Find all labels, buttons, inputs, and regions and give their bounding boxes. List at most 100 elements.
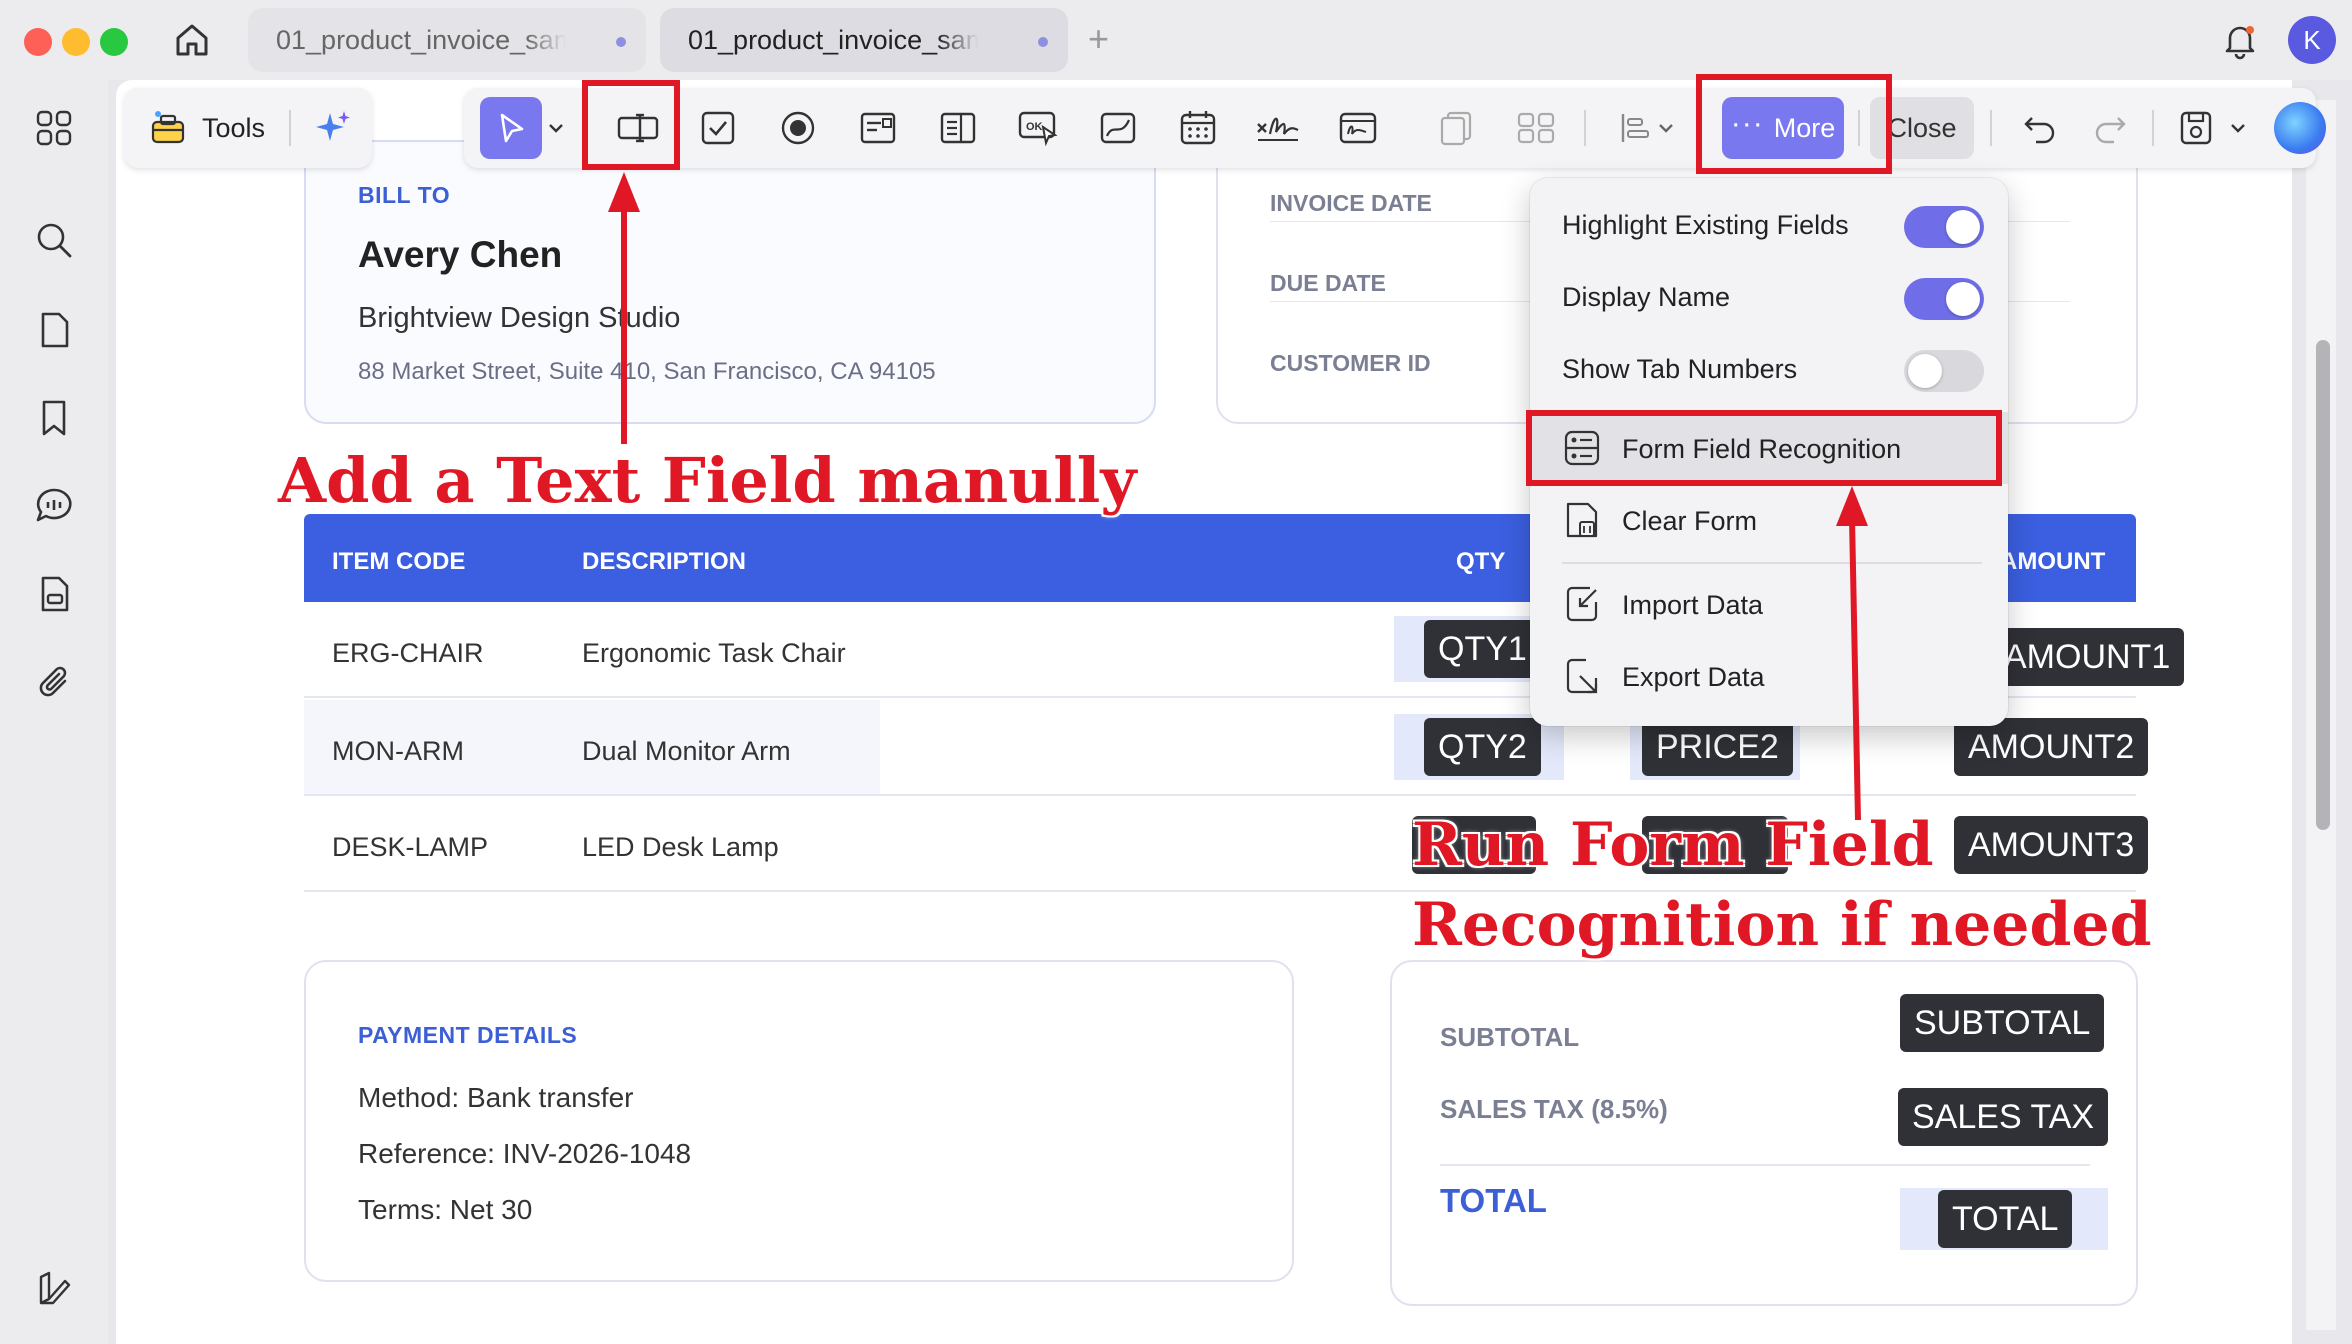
chevron-down-icon[interactable] <box>1654 104 1678 152</box>
menu-separator <box>1562 562 1982 564</box>
annotation-run-recognition-line2: Recognition if needed <box>1412 890 2152 960</box>
ai-assistant-icon[interactable] <box>2274 102 2326 154</box>
tools-label: Tools <box>202 112 266 143</box>
form-document-icon[interactable] <box>30 570 78 618</box>
redo-icon[interactable] <box>2086 104 2134 152</box>
window-close-button[interactable] <box>24 28 52 56</box>
more-button[interactable]: ··· More <box>1722 97 1844 159</box>
subtotal-field-tag[interactable]: SUBTOTAL <box>1900 994 2105 1052</box>
save-icon[interactable] <box>2172 104 2220 152</box>
digital-signature-tool[interactable] <box>1334 104 1382 152</box>
date-field-tool[interactable] <box>1174 104 1222 152</box>
select-pointer-tool[interactable] <box>480 97 542 159</box>
description-cell: Dual Monitor Arm <box>582 736 791 766</box>
ellipsis-icon: ··· <box>1730 107 1764 140</box>
item-code-cell: ERG-CHAIR <box>332 638 484 668</box>
window-maximize-button[interactable] <box>100 28 128 56</box>
menu-item-export-data[interactable]: Export Data <box>1530 640 2008 712</box>
menu-item-label: Form Field Recognition <box>1622 434 1902 464</box>
svg-text:OK: OK <box>1026 121 1043 133</box>
more-options-menu: Highlight Existing Fields Display Name S… <box>1530 178 2008 726</box>
payment-terms: Terms: Net 30 <box>358 1194 533 1225</box>
chevron-down-icon[interactable] <box>544 104 568 152</box>
tools-toolbar: Tools <box>124 88 372 168</box>
amount1-field-tag[interactable]: AMOUNT1 <box>1990 628 2185 686</box>
annotation-run-recognition-line1: Run Form Field <box>1412 810 1934 880</box>
scrollbar-thumb[interactable] <box>2316 340 2330 830</box>
menu-item-clear-form[interactable]: Clear Form <box>1530 484 2008 556</box>
tab-document-2[interactable]: 01_product_invoice_sample.pdf <box>660 8 1068 72</box>
duplicate-icon[interactable] <box>1432 104 1480 152</box>
import-data-icon <box>1566 586 1598 622</box>
description-cell: Ergonomic Task Chair <box>582 638 846 668</box>
combo-box-tool[interactable] <box>854 104 902 152</box>
customer-address: 88 Market Street, Suite 410, San Francis… <box>358 358 936 385</box>
close-form-edit-button[interactable]: Close <box>1870 97 1974 159</box>
attachment-icon[interactable] <box>30 658 78 706</box>
signature-tool[interactable] <box>1254 104 1302 152</box>
sales-tax-field-tag[interactable]: SALES TAX <box>1898 1088 2109 1146</box>
search-icon[interactable] <box>30 216 78 264</box>
user-avatar[interactable]: K <box>2288 16 2336 64</box>
new-tab-plus-icon[interactable]: + <box>1088 18 1109 60</box>
title-bar: 01_product_invoice_sample.pdf 01_product… <box>0 0 2352 80</box>
home-icon[interactable] <box>168 18 216 62</box>
qty1-field-tag[interactable]: QTY1 <box>1424 620 1541 678</box>
menu-item-highlight-existing-fields[interactable]: Highlight Existing Fields <box>1530 188 2008 260</box>
align-left-icon[interactable] <box>1612 104 1660 152</box>
menu-item-import-data[interactable]: Import Data <box>1530 568 2008 640</box>
amount3-field-tag[interactable]: AMOUNT3 <box>1954 816 2149 874</box>
button-tool[interactable]: OK <box>1014 104 1062 152</box>
comments-icon[interactable] <box>30 482 78 530</box>
text-field-tool[interactable] <box>614 104 662 152</box>
item-code-cell: DESK-LAMP <box>332 832 489 862</box>
payment-reference: Reference: INV-2026-1048 <box>358 1138 692 1169</box>
total-field-tag[interactable]: TOTAL <box>1938 1190 2073 1248</box>
tab-label: 01_product_invoice_sample.pdf <box>688 24 978 55</box>
pages-icon[interactable] <box>30 306 78 354</box>
amount2-field-tag[interactable]: AMOUNT2 <box>1954 718 2149 776</box>
bookmark-icon[interactable] <box>30 394 78 442</box>
chevron-down-icon[interactable] <box>2226 104 2250 152</box>
toolbar-divider <box>2152 110 2154 146</box>
menu-item-label: Import Data <box>1622 590 1764 620</box>
toolbar-divider <box>1858 110 1860 146</box>
invoice-date-label: INVOICE DATE <box>1270 190 1432 216</box>
grid-layout-icon[interactable] <box>1512 104 1560 152</box>
image-field-tool[interactable] <box>1094 104 1142 152</box>
ai-sparkle-icon[interactable] <box>309 104 357 152</box>
subtotal-label: SUBTOTAL <box>1440 1022 1580 1052</box>
due-date-label: DUE DATE <box>1270 270 1386 296</box>
menu-item-label: Show Tab Numbers <box>1562 354 1798 384</box>
thumbnails-grid-icon[interactable] <box>30 104 78 152</box>
qty2-field-tag[interactable]: QTY2 <box>1424 718 1541 776</box>
customer-company: Brightview Design Studio <box>358 302 681 334</box>
menu-item-show-tab-numbers[interactable]: Show Tab Numbers <box>1530 332 2008 404</box>
total-label: TOTAL <box>1440 1182 1547 1219</box>
menu-item-label: Export Data <box>1622 662 1765 692</box>
header-amount: AMOUNT <box>2000 548 2106 575</box>
toolbar-separator <box>289 110 292 146</box>
menu-item-label: Highlight Existing Fields <box>1562 210 1849 240</box>
highlight-fields-toggle[interactable] <box>1904 206 1984 248</box>
list-box-tool[interactable] <box>934 104 982 152</box>
checkbox-tool[interactable] <box>694 104 742 152</box>
display-name-toggle[interactable] <box>1904 278 1984 320</box>
tools-button[interactable]: Tools <box>124 98 265 158</box>
toolbar-divider <box>1584 110 1586 146</box>
tab-label: 01_product_invoice_sample.pdf <box>276 24 566 55</box>
show-tab-numbers-toggle[interactable] <box>1904 350 1984 392</box>
radio-button-tool[interactable] <box>774 104 822 152</box>
notification-bell-icon[interactable] <box>2218 18 2262 62</box>
menu-item-form-field-recognition[interactable]: Form Field Recognition <box>1530 412 2008 484</box>
export-data-icon <box>1566 658 1598 694</box>
sales-tax-label: SALES TAX (8.5%) <box>1440 1094 1668 1124</box>
header-item-code: ITEM CODE <box>332 548 466 575</box>
undo-icon[interactable] <box>2016 104 2064 152</box>
price2-field-tag[interactable]: PRICE2 <box>1642 718 1793 776</box>
toolbox-icon <box>151 111 185 144</box>
sidebar-settings-icon[interactable] <box>30 1264 78 1312</box>
tab-document-1[interactable]: 01_product_invoice_sample.pdf <box>248 8 646 72</box>
window-minimize-button[interactable] <box>62 28 90 56</box>
menu-item-display-name[interactable]: Display Name <box>1530 260 2008 332</box>
